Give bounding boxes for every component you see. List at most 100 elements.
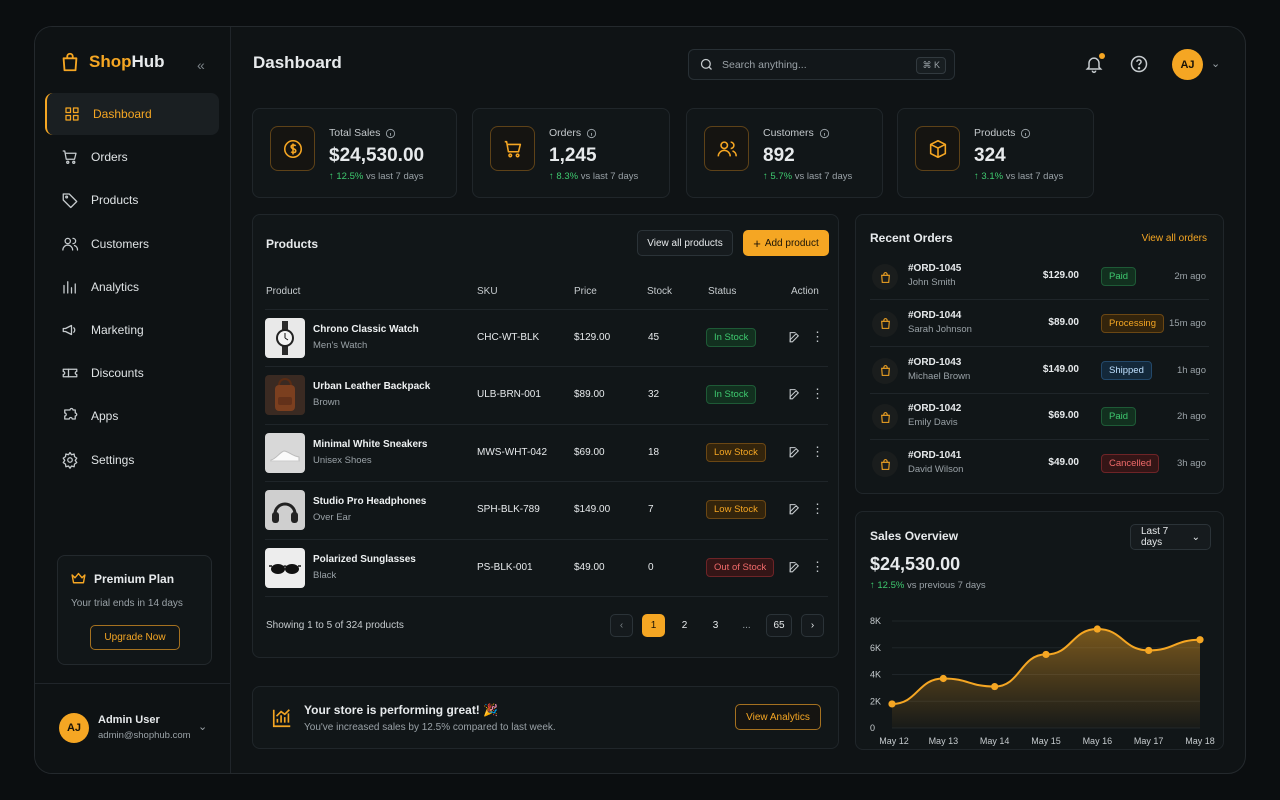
more-icon[interactable]: ⋮ [811, 501, 824, 517]
order-id: #ORD-1045 [908, 263, 962, 274]
chart-up-icon [272, 709, 291, 728]
more-icon[interactable]: ⋮ [811, 329, 824, 345]
status-badge: Shipped [1101, 360, 1152, 380]
user-profile[interactable]: AJ Admin User admin@shophub.com ⌄ [35, 683, 231, 773]
sidebar-item-orders[interactable]: Orders [45, 136, 219, 178]
edit-icon[interactable] [788, 388, 801, 401]
order-time: 3h ago [1176, 458, 1206, 470]
sidebar-item-label: Products [91, 193, 139, 208]
product-name[interactable]: Urban Leather Backpack [313, 381, 430, 392]
order-id: #ORD-1044 [908, 309, 962, 321]
edit-icon[interactable] [788, 561, 801, 574]
more-icon[interactable]: ⋮ [811, 386, 824, 402]
search-input[interactable] [722, 58, 907, 71]
table-row: Urban Leather Backpack Brown ULB-BRN-001 $8… [265, 366, 828, 423]
sidebar-item-analytics[interactable]: Analytics [45, 266, 219, 308]
product-name[interactable]: Studio Pro Headphones [313, 496, 426, 507]
order-time: 2h ago [1176, 411, 1206, 423]
status-badge: Paid [1101, 407, 1137, 427]
sidebar-item-customers[interactable]: Customers [45, 223, 219, 265]
order-row[interactable]: #ORD-1044 Sarah Johnson $89.00 Processing 15… [870, 301, 1209, 347]
page-1[interactable]: 1 [642, 614, 665, 637]
status-badge: Low Stock [706, 442, 766, 462]
help-icon[interactable] [1129, 54, 1149, 74]
add-product-button[interactable]: + Add product [743, 230, 829, 256]
info-icon[interactable] [385, 128, 396, 139]
dollar-icon [283, 139, 302, 158]
product-image [265, 490, 305, 531]
sidebar-item-dashboard[interactable]: Dashboard [45, 93, 219, 135]
sidebar-item-discounts[interactable]: Discounts [45, 352, 219, 394]
search-bar[interactable]: ⌘ K [688, 49, 955, 80]
more-icon[interactable]: ⋮ [811, 559, 824, 575]
next-page-button[interactable]: › [801, 614, 824, 637]
order-customer: David Wilson [908, 464, 964, 476]
info-icon[interactable] [586, 128, 597, 139]
order-row[interactable]: #ORD-1042 Emily Davis $69.00 Paid 2h ago [870, 394, 1209, 441]
sidebar-item-apps[interactable]: Apps [45, 395, 219, 437]
col-product: Product [266, 286, 301, 297]
upgrade-button[interactable]: Upgrade Now [90, 625, 180, 650]
page-65[interactable]: 65 [766, 614, 792, 637]
info-icon[interactable] [819, 128, 830, 139]
view-all-products-button[interactable]: View all products [637, 230, 733, 256]
view-all-orders-link[interactable]: View all orders [1142, 233, 1207, 244]
data-point[interactable] [1145, 646, 1153, 655]
sidebar-item-label: Discounts [91, 366, 144, 381]
view-analytics-button[interactable]: View Analytics [735, 704, 821, 730]
y-tick-label: 2K [870, 696, 881, 706]
product-name[interactable]: Polarized Sunglasses [313, 554, 416, 565]
product-image [265, 547, 305, 588]
edit-icon[interactable] [788, 331, 801, 344]
more-icon[interactable]: ⋮ [811, 444, 824, 460]
chevron-down-icon[interactable]: ⌄ [1211, 57, 1220, 70]
product-name[interactable]: Chrono Classic Watch [313, 324, 419, 335]
range-select[interactable]: Last 7 days ⌄ [1130, 524, 1211, 550]
stat-label-wrap: Total Sales [329, 127, 396, 139]
page-title: Dashboard [253, 53, 342, 72]
brand-logo[interactable]: ShopHub [59, 51, 165, 73]
user-name: Admin User [98, 714, 160, 726]
collapse-sidebar-icon[interactable]: « [197, 57, 205, 73]
edit-icon[interactable] [788, 503, 801, 516]
data-point[interactable] [1093, 625, 1101, 633]
data-point[interactable] [1196, 636, 1204, 644]
sidebar-item-marketing[interactable]: Marketing [45, 309, 219, 351]
chevron-down-icon[interactable]: ⌄ [198, 720, 207, 733]
plus-icon: + [753, 235, 761, 251]
product-price: $129.00 [574, 332, 611, 343]
sales-delta-value: 12.5% [877, 580, 905, 591]
stat-delta: ↑ 5.7% vs last 7 days [763, 171, 853, 182]
product-sku: ULB-BRN-001 [477, 389, 541, 401]
data-point[interactable] [888, 700, 896, 708]
sidebar-item-settings[interactable]: Settings [45, 439, 219, 481]
prev-page-button[interactable]: ‹ [610, 614, 633, 637]
product-name[interactable]: Minimal White Sneakers [313, 439, 427, 450]
edit-icon[interactable] [788, 446, 801, 459]
x-tick-label: May 16 [1083, 736, 1113, 746]
order-row[interactable]: #ORD-1041 David Wilson $49.00 Cancelled 3h a… [870, 441, 1209, 487]
status-badge: Out of Stock [706, 557, 775, 577]
data-point[interactable] [1042, 650, 1050, 659]
stat-card-orders: Orders 1,245 ↑ 8.3% vs last 7 days [472, 108, 670, 198]
info-icon[interactable] [1020, 128, 1031, 139]
order-row[interactable]: #ORD-1043 Michael Brown $149.00 Shipped 1h a… [870, 348, 1209, 394]
shopping-bag-icon [880, 318, 890, 330]
page-2[interactable]: 2 [673, 614, 696, 637]
data-point[interactable] [991, 682, 999, 691]
banner-subtitle: You've increased sales by 12.5% compared… [304, 722, 556, 733]
table-row: Studio Pro Headphones Over Ear SPH-BLK-789… [265, 481, 828, 538]
page-3[interactable]: 3 [704, 614, 727, 637]
box-icon [929, 139, 946, 158]
order-row[interactable]: #ORD-1045 John Smith $129.00 Paid 2m ago [870, 254, 1209, 300]
product-category: Brown [313, 397, 340, 409]
sales-area-chart: 0 2K 4K 6K 8K May 12 May 13 May 14 May 15 May 16 M… [870, 616, 1215, 746]
data-point[interactable] [939, 674, 947, 683]
header-avatar[interactable]: AJ [1172, 49, 1203, 80]
stat-delta: ↑ 12.5% vs last 7 days [329, 171, 424, 182]
brand-name-b: Hub [131, 52, 165, 71]
sidebar-item-products[interactable]: Products [45, 179, 219, 221]
stat-delta-value: 5.7% [770, 171, 793, 182]
stat-delta-value: 3.1% [981, 171, 1004, 182]
stat-icon-wrap [915, 126, 960, 171]
